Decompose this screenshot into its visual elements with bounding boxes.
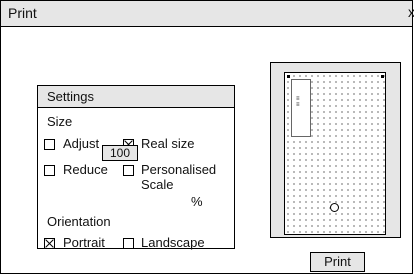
adjust-label: Adjust	[63, 136, 100, 151]
crop-mark-icon	[287, 75, 290, 78]
preview-seal-icon	[330, 203, 339, 212]
reduce-label: Reduce	[63, 162, 108, 177]
close-icon[interactable]: x	[408, 4, 414, 20]
crop-mark-icon	[381, 75, 384, 78]
percent-label: %	[191, 194, 203, 209]
settings-panel: Settings Size Adjust Real size Reduce Pe…	[37, 85, 235, 250]
size-section-label: Size	[47, 114, 73, 129]
print-dialog: Print x Settings Size Adjust Real size R…	[0, 0, 414, 274]
portrait-checkbox[interactable]	[44, 238, 55, 249]
portrait-label: Portrait	[63, 235, 105, 250]
header-line	[315, 79, 375, 81]
print-button[interactable]: Print	[310, 252, 365, 272]
landscape-label: Landscape	[141, 235, 205, 250]
real-size-label: Real size	[141, 136, 195, 151]
title-bar: Print x	[1, 1, 414, 27]
page-preview-icon: ≡ ≡	[284, 72, 386, 235]
scale-percent-input[interactable]: 100	[102, 145, 138, 161]
reduce-checkbox[interactable]	[44, 165, 55, 176]
scale-label: Scale	[141, 177, 174, 192]
preview-logo-box: ≡ ≡	[291, 79, 311, 137]
landscape-checkbox[interactable]	[123, 238, 134, 249]
personalised-scale-checkbox[interactable]	[123, 165, 134, 176]
personalised-label: Personalised	[141, 162, 217, 177]
window-title: Print	[8, 5, 37, 21]
settings-title: Settings	[47, 89, 94, 104]
settings-header: Settings	[38, 86, 234, 108]
orientation-section-label: Orientation	[47, 214, 111, 229]
adjust-checkbox[interactable]	[44, 139, 55, 150]
